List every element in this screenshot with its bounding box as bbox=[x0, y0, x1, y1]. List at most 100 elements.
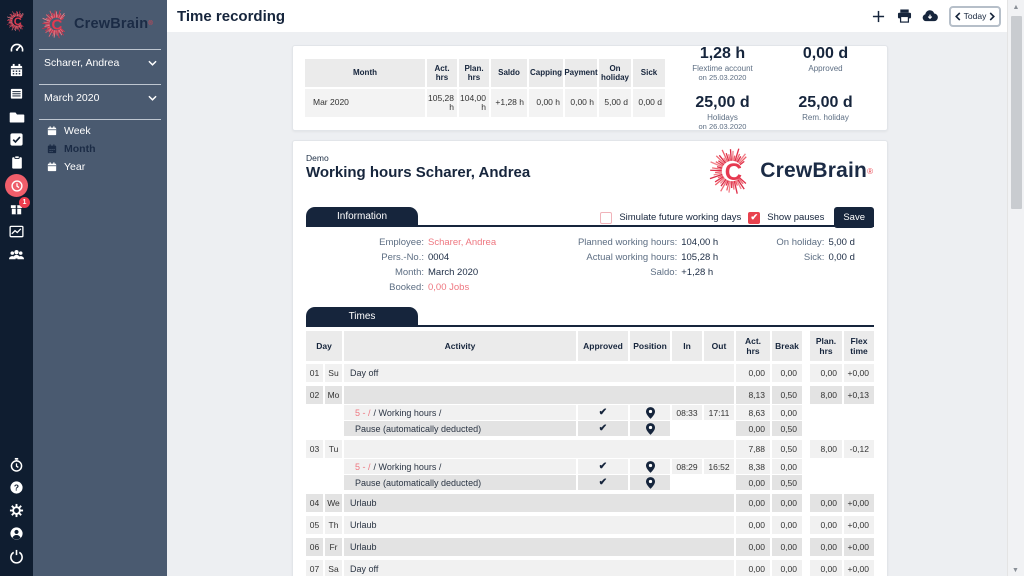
times-day-row[interactable]: 01SuDay off0,000,000,00+0,00 bbox=[306, 364, 874, 382]
chart-icon[interactable] bbox=[0, 220, 33, 243]
today-button[interactable]: Today bbox=[964, 11, 987, 21]
summary-col-holiday: On holiday bbox=[599, 59, 631, 87]
times-cell-in: 08:33 bbox=[672, 405, 702, 420]
tab-times[interactable]: Times bbox=[306, 307, 418, 325]
chevron-right-icon[interactable] bbox=[989, 12, 995, 21]
summary-month[interactable]: Mar 2020 bbox=[305, 89, 425, 117]
help-icon[interactable]: ? bbox=[0, 476, 33, 499]
times-day-row[interactable]: 02Mo8,130,508,00+0,13 bbox=[306, 386, 874, 404]
job-link[interactable]: 5 - / bbox=[355, 462, 371, 472]
times-col-plan-hrs: Plan. hrs bbox=[810, 331, 842, 361]
view-year-label: Year bbox=[64, 161, 85, 173]
times-col-in: In bbox=[672, 331, 702, 361]
approved-check-icon[interactable]: ✔ bbox=[599, 408, 607, 418]
position-pin-icon[interactable] bbox=[646, 461, 655, 473]
list-icon[interactable] bbox=[0, 82, 33, 105]
month-value: March 2020 bbox=[428, 267, 478, 278]
times-sub-row[interactable]: 5 - // Working hours /✔08:2916:528,380,0… bbox=[306, 459, 874, 474]
times-cell-activity: Urlaub bbox=[344, 538, 734, 556]
stopwatch-icon[interactable] bbox=[0, 453, 33, 476]
times-cell-act-hrs: 0,00 bbox=[736, 494, 770, 512]
folder-icon[interactable] bbox=[0, 105, 33, 128]
scrollbar-thumb[interactable] bbox=[1011, 16, 1022, 209]
crewbrain-burst-icon: C bbox=[708, 147, 756, 195]
brand-mark-icon[interactable]: C bbox=[0, 5, 33, 36]
summary-payment: 0,00 h bbox=[565, 89, 597, 117]
times-cell-activity: Day off bbox=[344, 364, 734, 382]
times-cell-act-hrs: 7,88 bbox=[736, 440, 770, 458]
employee-value[interactable]: Scharer, Andrea bbox=[428, 237, 496, 248]
position-pin-icon[interactable] bbox=[646, 423, 655, 435]
booked-value[interactable]: 0,00 Jobs bbox=[428, 282, 469, 293]
approved-check-icon[interactable]: ✔ bbox=[599, 462, 607, 472]
tab-information[interactable]: Information bbox=[306, 207, 418, 225]
times-cell-plan-hrs: 0,00 bbox=[810, 516, 842, 534]
times-cell-act-hrs: 0,00 bbox=[736, 538, 770, 556]
times-day-row[interactable]: 07SaDay off0,000,000,00+0,00 bbox=[306, 560, 874, 576]
times-sub-row[interactable]: 5 - // Working hours /✔08:3317:118,630,0… bbox=[306, 405, 874, 420]
print-button[interactable] bbox=[891, 9, 917, 23]
period-dropdown[interactable]: March 2020 bbox=[33, 85, 167, 111]
calendar-icon[interactable] bbox=[0, 59, 33, 82]
stat-rem-holiday-label: Rem. holiday bbox=[774, 113, 877, 122]
view-year[interactable]: Year bbox=[33, 160, 167, 173]
view-switcher: Week Month Year bbox=[33, 124, 167, 173]
show-pauses-checkbox[interactable]: ✔ bbox=[748, 212, 760, 224]
times-day-row[interactable]: 03Tu7,880,508,00-0,12 bbox=[306, 440, 874, 458]
times-cell-activity: Day off bbox=[344, 560, 734, 576]
times-sub-row[interactable]: Pause (automatically deducted)✔0,000,50 bbox=[306, 421, 874, 436]
gift-icon[interactable]: 1 bbox=[0, 197, 33, 220]
clipboard-icon[interactable] bbox=[0, 151, 33, 174]
employee-label: Employee: bbox=[306, 237, 424, 248]
summary-col-act: Act. hrs bbox=[427, 59, 457, 87]
times-cell-activity: Urlaub bbox=[344, 494, 734, 512]
account-icon[interactable] bbox=[0, 522, 33, 545]
times-cell-break: 0,50 bbox=[772, 386, 802, 404]
scroll-up-arrow[interactable]: ▲ bbox=[1013, 0, 1020, 15]
position-pin-icon[interactable] bbox=[646, 407, 655, 419]
chevron-left-icon[interactable] bbox=[955, 12, 961, 21]
gear-icon[interactable] bbox=[0, 499, 33, 522]
users-icon[interactable] bbox=[0, 243, 33, 266]
times-cell-in bbox=[672, 475, 702, 490]
stat-flextime-value: 1,28 h bbox=[671, 45, 774, 63]
view-month[interactable]: Month bbox=[33, 142, 167, 155]
scroll-down-arrow[interactable]: ▼ bbox=[1007, 567, 1024, 574]
information-section: Employee:Scharer, Andrea Pers.-No.:0004 … bbox=[306, 235, 874, 295]
times-day-row[interactable]: 05ThUrlaub0,000,000,00+0,00 bbox=[306, 516, 874, 534]
approved-check-icon[interactable]: ✔ bbox=[599, 478, 607, 488]
power-icon[interactable] bbox=[0, 545, 33, 568]
svg-text:C: C bbox=[725, 159, 742, 186]
times-col-break: Break bbox=[772, 331, 802, 361]
times-cell-weekday: Su bbox=[325, 364, 342, 382]
times-day-row[interactable]: 04WeUrlaub0,000,000,00+0,00 bbox=[306, 494, 874, 512]
options-row: Simulate future working days ✔ Show paus… bbox=[600, 207, 874, 228]
simulate-checkbox[interactable] bbox=[600, 212, 612, 224]
times-cell-act-hrs: 0,00 bbox=[736, 364, 770, 382]
show-pauses-label: Show pauses bbox=[767, 212, 824, 223]
actual-value: 105,28 h bbox=[681, 252, 718, 263]
stat-flextime-date: on 25.03.2020 bbox=[671, 73, 774, 82]
times-col-day: Day bbox=[306, 331, 342, 361]
approved-check-icon[interactable]: ✔ bbox=[599, 424, 607, 434]
times-col-act-hrs: Act. hrs bbox=[736, 331, 770, 361]
svg-text:C: C bbox=[52, 17, 63, 34]
time-recording-clock-icon[interactable] bbox=[0, 174, 33, 197]
times-cell-position bbox=[630, 405, 670, 420]
calendar-month-icon bbox=[47, 144, 57, 154]
times-sub-row[interactable]: Pause (automatically deducted)✔0,000,50 bbox=[306, 475, 874, 490]
check-square-icon[interactable] bbox=[0, 128, 33, 151]
add-entry-button[interactable] bbox=[865, 10, 891, 23]
employee-dropdown[interactable]: Scharer, Andrea bbox=[33, 50, 167, 76]
times-cell-out: 17:11 bbox=[704, 405, 734, 420]
times-day-row[interactable]: 06FrUrlaub0,000,000,00+0,00 bbox=[306, 538, 874, 556]
export-button[interactable] bbox=[917, 10, 943, 22]
position-pin-icon[interactable] bbox=[646, 477, 655, 489]
save-button[interactable]: Save bbox=[834, 207, 874, 228]
summary-capping: 0,00 h bbox=[529, 89, 563, 117]
sick-value: 0,00 d bbox=[828, 252, 854, 263]
view-week[interactable]: Week bbox=[33, 124, 167, 137]
dashboard-icon[interactable] bbox=[0, 36, 33, 59]
job-link[interactable]: 5 - / bbox=[355, 408, 371, 418]
times-cell-activity bbox=[344, 440, 734, 458]
